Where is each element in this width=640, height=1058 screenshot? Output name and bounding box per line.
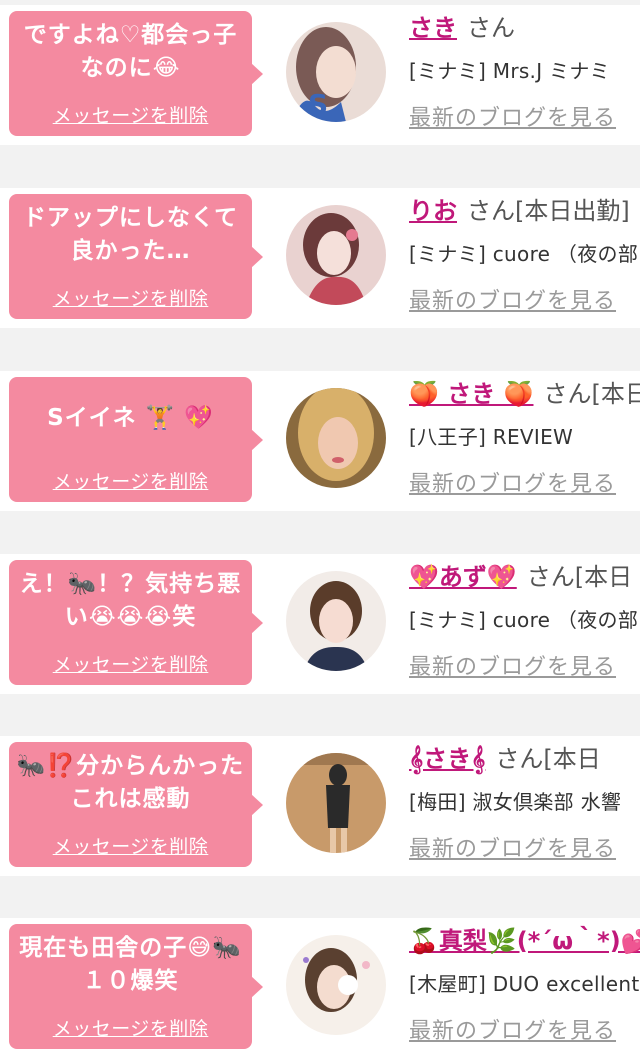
name-suffix: さん[本日 [495, 745, 601, 773]
message-bubble: え！🐜！？気持ち悪い😭😭😭笑 メッセージを削除 [9, 560, 263, 685]
message-text: 🐜⁉️分からんかったこれは感動 [16, 753, 245, 812]
cast-info: さき さん [ミナミ] Mrs.J ミナミ 最新のブログを見る [409, 5, 640, 145]
cast-name-link[interactable]: さき [409, 14, 457, 42]
name-line: さき さん [409, 11, 515, 45]
avatar[interactable] [286, 205, 386, 305]
name-line: りお さん[本日出勤] [409, 194, 630, 228]
store-label: [ミナミ] cuore （夜の部 [409, 608, 639, 632]
store-label: [木屋町] DUO excellent [409, 972, 640, 996]
message-bubble: 🐜⁉️分からんかったこれは感動 メッセージを削除 [9, 742, 263, 867]
name-suffix: さん[本日 [526, 563, 633, 591]
message-bubble: 現在も田舎の子😅🐜１０爆笑 メッセージを削除 [9, 924, 263, 1049]
message-card: 🐜⁉️分からんかったこれは感動 メッセージを削除 𝄞さき𝄞 さん[本日 [梅田] … [0, 736, 640, 876]
message-list: ですよね♡都会っ子なのに😂 メッセージを削除 S さき さん [ミナミ] Mrs.… [0, 0, 640, 1058]
cast-name-link[interactable]: りお [409, 197, 457, 225]
name-suffix: さん[本日出勤] [467, 197, 630, 225]
message-text: ですよね♡都会っ子なのに😂 [23, 22, 238, 81]
cast-name-link[interactable]: 𝄞さき𝄞 [409, 745, 485, 773]
name-suffix: さん[本日 [543, 380, 640, 408]
name-line: 💖あず💖 さん[本日 [409, 560, 632, 594]
cast-info: 𝄞さき𝄞 さん[本日 [梅田] 淑女倶楽部 水響 最新のブログを見る [409, 736, 640, 876]
name-line: 🍒真梨🌿(*´ω｀*)💕 [409, 924, 640, 958]
cast-info: 💖あず💖 さん[本日 [ミナミ] cuore （夜の部 最新のブログを見る [409, 554, 640, 694]
delete-message-link[interactable]: メッセージを削除 [9, 101, 252, 128]
message-text: ドアップにしなくて良かった… [22, 205, 239, 264]
avatar[interactable]: S [286, 22, 386, 122]
avatar[interactable] [286, 571, 386, 671]
message-text: え！🐜！？気持ち悪い😭😭😭笑 [19, 571, 242, 630]
message-bubble: Sイイネ 🏋 💖 メッセージを削除 [9, 377, 263, 502]
latest-blog-link[interactable]: 最新のブログを見る [409, 466, 616, 498]
svg-text:S: S [308, 88, 328, 121]
message-text: 現在も田舎の子😅🐜１０爆笑 [19, 935, 242, 994]
latest-blog-link[interactable]: 最新のブログを見る [409, 1013, 616, 1045]
store-label: [八王子] REVIEW [409, 425, 574, 449]
message-text: Sイイネ 🏋 💖 [47, 404, 214, 431]
latest-blog-link[interactable]: 最新のブログを見る [409, 100, 616, 132]
delete-message-link[interactable]: メッセージを削除 [9, 467, 252, 494]
cast-name-link[interactable]: 💖あず💖 [409, 563, 517, 591]
avatar[interactable] [286, 935, 386, 1035]
cast-name-link[interactable]: 🍑 さき 🍑 [409, 380, 533, 408]
latest-blog-link[interactable]: 最新のブログを見る [409, 831, 616, 863]
cast-info: 🍑 さき 🍑 さん[本日 [八王子] REVIEW 最新のブログを見る [409, 371, 640, 511]
store-label: [ミナミ] Mrs.J ミナミ [409, 59, 610, 83]
name-line: 𝄞さき𝄞 さん[本日 [409, 742, 601, 776]
name-suffix: さん [467, 14, 515, 42]
store-label: [梅田] 淑女倶楽部 水響 [409, 790, 622, 814]
delete-message-link[interactable]: メッセージを削除 [9, 284, 252, 311]
message-bubble: ドアップにしなくて良かった… メッセージを削除 [9, 194, 263, 319]
message-bubble: ですよね♡都会っ子なのに😂 メッセージを削除 [9, 11, 263, 136]
store-label: [ミナミ] cuore （夜の部 [409, 242, 639, 266]
delete-message-link[interactable]: メッセージを削除 [9, 650, 252, 677]
message-card: 現在も田舎の子😅🐜１０爆笑 メッセージを削除 🍒真梨🌿(*´ω｀*)💕 [木屋町… [0, 918, 640, 1058]
message-card: ドアップにしなくて良かった… メッセージを削除 りお さん[本日出勤] [ミナミ]… [0, 188, 640, 328]
message-card: え！🐜！？気持ち悪い😭😭😭笑 メッセージを削除 💖あず💖 さん[本日 [ミナミ] … [0, 554, 640, 694]
latest-blog-link[interactable]: 最新のブログを見る [409, 283, 616, 315]
cast-info: りお さん[本日出勤] [ミナミ] cuore （夜の部 最新のブログを見る [409, 188, 640, 328]
delete-message-link[interactable]: メッセージを削除 [9, 832, 252, 859]
avatar[interactable] [286, 753, 386, 853]
cast-info: 🍒真梨🌿(*´ω｀*)💕 [木屋町] DUO excellent 最新のブログを… [409, 918, 640, 1058]
message-card: Sイイネ 🏋 💖 メッセージを削除 🍑 さき 🍑 さん[本日 [八王子] REVI… [0, 371, 640, 511]
delete-message-link[interactable]: メッセージを削除 [9, 1014, 252, 1041]
message-card: ですよね♡都会っ子なのに😂 メッセージを削除 S さき さん [ミナミ] Mrs.… [0, 5, 640, 145]
latest-blog-link[interactable]: 最新のブログを見る [409, 649, 616, 681]
avatar[interactable] [286, 388, 386, 488]
name-line: 🍑 さき 🍑 さん[本日 [409, 377, 640, 411]
cast-name-link[interactable]: 🍒真梨🌿(*´ω｀*)💕 [409, 927, 640, 955]
